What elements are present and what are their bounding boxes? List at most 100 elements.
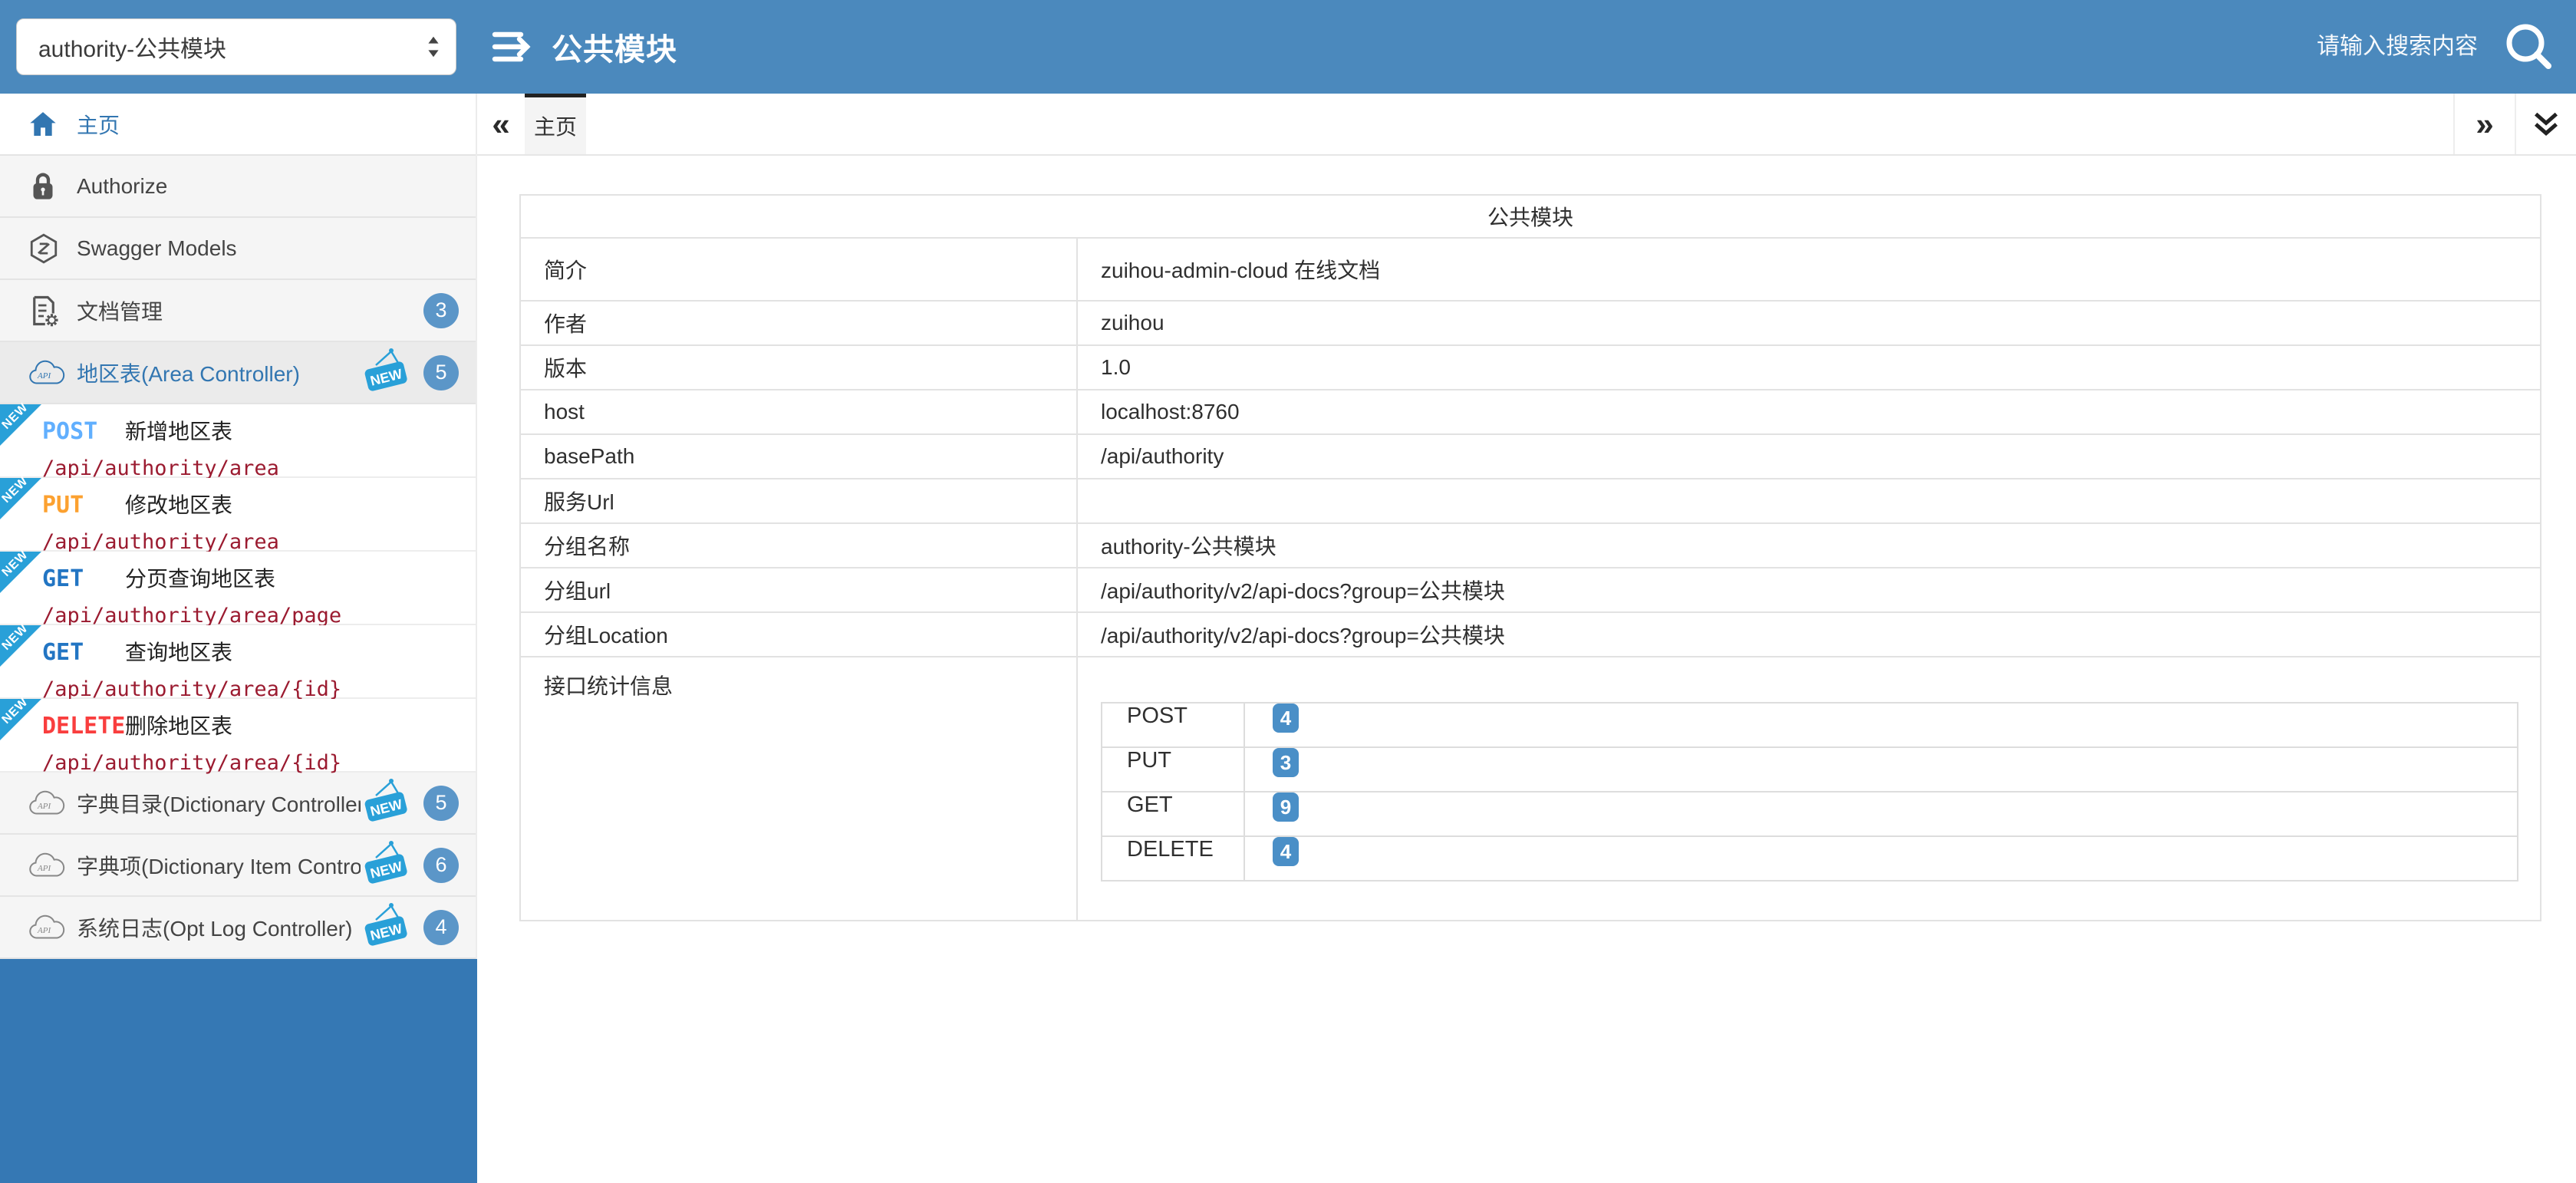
svg-text:API: API <box>37 864 51 873</box>
table-title-row: 公共模块 <box>520 195 2541 238</box>
sidebar-item-doc-manage[interactable]: 文档管理 3 <box>0 280 476 342</box>
table-row: 版本 1.0 <box>520 345 2541 390</box>
sidebar-item-label: 字典项(Dictionary Item Controller) <box>77 850 361 881</box>
group-select-value: authority-公共模块 <box>38 30 226 64</box>
sidebar-item-dictionary-item-controller[interactable]: API 字典项(Dictionary Item Controller) NEW <box>0 835 476 897</box>
row-value: localhost:8760 <box>1077 390 2541 434</box>
row-value: /api/authority/v2/api-docs?group=公共模块 <box>1077 612 2541 657</box>
api-endpoint-get-area-page[interactable]: NEW GET 分页查询地区表 /api/authority/area/page <box>0 552 476 625</box>
api-name: 新增地区表 <box>125 415 232 446</box>
stats-row: GET 9 <box>1102 792 2518 836</box>
content-area: 公共模块 简介 zuihou-admin-cloud 在线文档 作者 zuiho… <box>477 156 2576 1183</box>
count-badge: 3 <box>423 293 459 328</box>
sidebar-item-label: 字典目录(Dictionary Controller) <box>77 788 361 819</box>
table-row: basePath /api/authority <box>520 434 2541 479</box>
sidebar-item-label: Authorize <box>77 174 459 199</box>
table-row: 服务Url <box>520 479 2541 523</box>
row-value <box>1077 479 2541 523</box>
top-bar: authority-公共模块 公共模块 <box>0 0 2576 94</box>
table-row-stats: 接口统计信息 POST 4 PUT 3 G <box>520 657 2541 921</box>
api-stats-table: POST 4 PUT 3 GET 9 <box>1101 702 2518 881</box>
svg-text:API: API <box>37 802 51 811</box>
sidebar-item-label: 地区表(Area Controller) <box>77 358 361 388</box>
stats-count-badge: 4 <box>1273 837 1299 866</box>
search-icon[interactable] <box>2504 21 2555 72</box>
stats-method: DELETE <box>1102 836 1244 881</box>
http-method: GET <box>42 639 125 666</box>
api-name: 修改地区表 <box>125 489 232 519</box>
api-endpoint-get-area-id[interactable]: NEW GET 查询地区表 /api/authority/area/{id} <box>0 625 476 699</box>
tab-scroll-right-icon[interactable]: » <box>2453 94 2515 154</box>
new-corner-badge: NEW <box>0 625 41 667</box>
home-icon <box>28 109 77 140</box>
api-cloud-icon: API <box>28 914 77 941</box>
new-corner-badge: NEW <box>0 699 41 740</box>
main-area: « 主页 » 公共模块 简介 zuihou-admin-cloud 在线文档 <box>477 94 2576 1183</box>
new-corner-badge: NEW <box>0 404 41 446</box>
row-value: zuihou <box>1077 301 2541 345</box>
document-settings-icon <box>28 295 77 327</box>
tab-bar: « 主页 » <box>477 94 2576 156</box>
tab-menu-chevron-down-icon[interactable] <box>2515 94 2576 154</box>
tab-scroll-left-icon[interactable]: « <box>477 94 525 154</box>
table-row: 简介 zuihou-admin-cloud 在线文档 <box>520 238 2541 301</box>
module-info-table: 公共模块 简介 zuihou-admin-cloud 在线文档 作者 zuiho… <box>519 194 2541 921</box>
brand: 公共模块 <box>492 25 677 69</box>
api-cloud-icon: API <box>28 790 77 816</box>
row-value: /api/authority/v2/api-docs?group=公共模块 <box>1077 568 2541 612</box>
table-row: 分组url /api/authority/v2/api-docs?group=公… <box>520 568 2541 612</box>
new-corner-badge: NEW <box>0 478 41 519</box>
sidebar: 主页 Authorize <box>0 94 477 1183</box>
svg-text:API: API <box>37 371 51 381</box>
sidebar-item-label: 文档管理 <box>77 295 423 326</box>
count-badge: 4 <box>423 910 459 945</box>
sidebar-item-home[interactable]: 主页 <box>0 94 476 156</box>
sidebar-item-label: 系统日志(Opt Log Controller) <box>77 912 361 943</box>
row-label: host <box>520 390 1077 434</box>
stats-row: DELETE 4 <box>1102 836 2518 881</box>
sidebar-item-authorize[interactable]: Authorize <box>0 156 476 218</box>
svg-text:API: API <box>37 926 51 935</box>
sidebar-item-swagger-models[interactable]: Swagger Models <box>0 218 476 280</box>
sidebar-item-label: 主页 <box>77 109 459 140</box>
row-label: 简介 <box>520 238 1077 301</box>
stats-method: POST <box>1102 703 1244 747</box>
sidebar-item-opt-log-controller[interactable]: API 系统日志(Opt Log Controller) NEW <box>0 897 476 959</box>
new-sign-icon: NEW <box>361 839 411 891</box>
http-method: DELETE <box>42 713 125 740</box>
stats-row: POST 4 <box>1102 703 2518 747</box>
api-endpoint-put-area[interactable]: NEW PUT 修改地区表 /api/authority/area <box>0 478 476 552</box>
search-area <box>2232 21 2555 72</box>
http-method: PUT <box>42 492 125 519</box>
swagger-models-icon <box>28 232 77 265</box>
api-path: /api/authority/area <box>42 530 468 554</box>
group-select[interactable]: authority-公共模块 <box>16 18 456 75</box>
stats-row: PUT 3 <box>1102 747 2518 792</box>
sidebar-item-area-controller[interactable]: API 地区表(Area Controller) NEW 5 <box>0 342 476 404</box>
row-label: 接口统计信息 <box>520 657 1077 921</box>
row-value: POST 4 PUT 3 GET 9 <box>1077 657 2541 921</box>
row-value: authority-公共模块 <box>1077 523 2541 568</box>
lock-icon <box>28 171 77 202</box>
api-name: 分页查询地区表 <box>125 562 275 593</box>
table-row: 分组名称 authority-公共模块 <box>520 523 2541 568</box>
row-label: basePath <box>520 434 1077 479</box>
stats-method: GET <box>1102 792 1244 836</box>
tab-bar-spacer <box>586 94 2453 154</box>
api-endpoint-post-area[interactable]: NEW POST 新增地区表 /api/authority/area <box>0 404 476 478</box>
stats-count-badge: 4 <box>1273 704 1299 733</box>
sidebar-item-dictionary-controller[interactable]: API 字典目录(Dictionary Controller) NEW <box>0 773 476 835</box>
api-path: /api/authority/area <box>42 456 468 480</box>
count-badge: 6 <box>423 848 459 883</box>
api-endpoint-delete-area[interactable]: NEW DELETE 删除地区表 /api/authority/area/{id… <box>0 699 476 773</box>
sidebar-item-label: Swagger Models <box>77 236 459 261</box>
tab-home[interactable]: 主页 <box>525 94 586 154</box>
row-label: 分组url <box>520 568 1077 612</box>
api-name: 删除地区表 <box>125 710 232 740</box>
count-badge: 5 <box>423 355 459 390</box>
stats-count-badge: 9 <box>1273 793 1299 822</box>
menu-collapse-icon[interactable] <box>492 29 536 64</box>
api-cloud-icon: API <box>28 852 77 878</box>
stats-count-badge: 3 <box>1273 748 1299 777</box>
search-input[interactable] <box>2232 34 2478 60</box>
